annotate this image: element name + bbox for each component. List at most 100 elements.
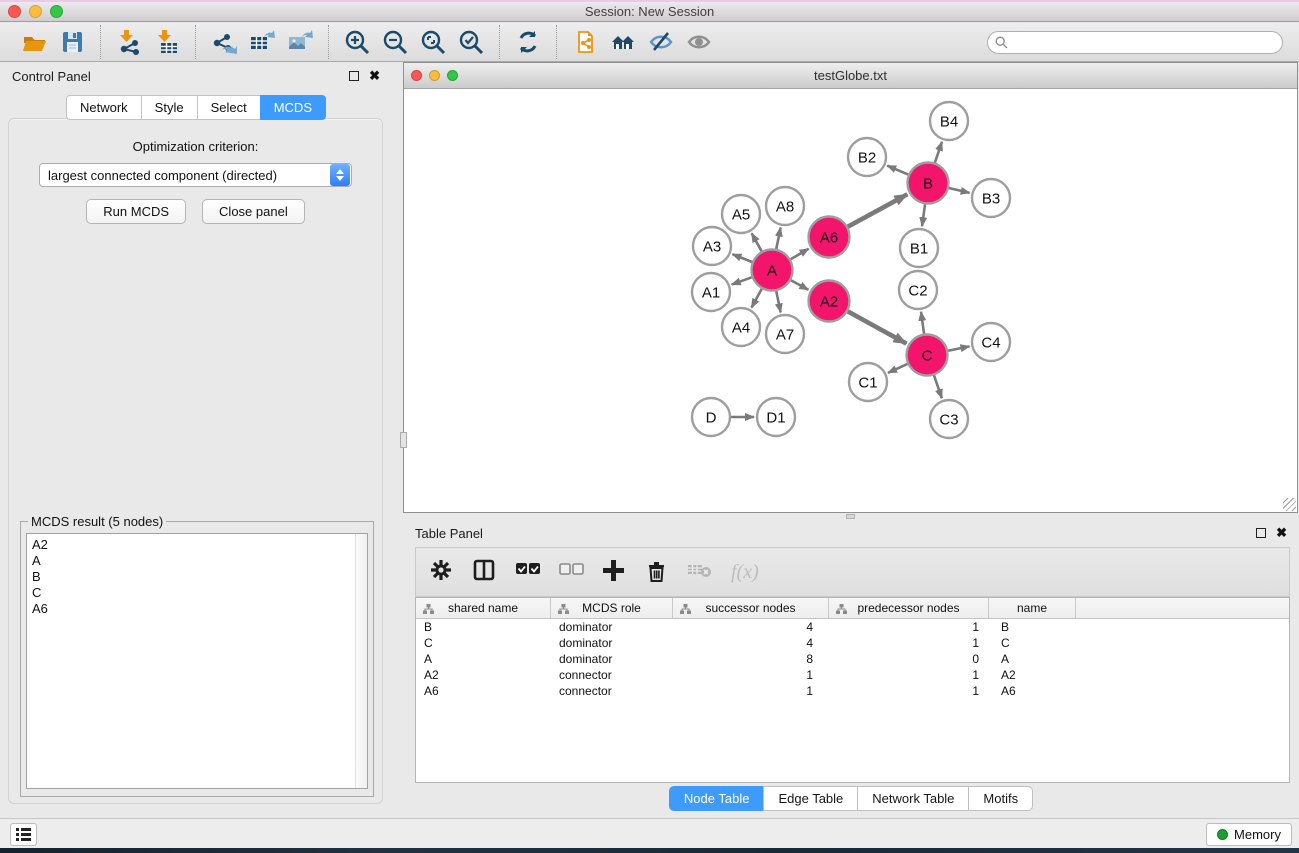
import-network-icon[interactable] — [114, 27, 144, 57]
export-table-icon[interactable] — [247, 27, 277, 57]
select-all-checks-icon[interactable] — [516, 559, 542, 585]
close-panel-button[interactable]: Close panel — [202, 199, 305, 224]
graph-edge-A-A8[interactable] — [776, 228, 780, 249]
graph-node-B[interactable]: B — [908, 163, 949, 204]
graph-edge-A-A2[interactable] — [791, 280, 808, 290]
network-window-titlebar[interactable]: testGlobe.txt — [404, 63, 1297, 89]
graph-edge-A-A5[interactable] — [752, 233, 762, 251]
mcds-result-item[interactable]: A — [32, 553, 367, 569]
graph-node-B1[interactable]: B1 — [900, 229, 938, 267]
table-row[interactable]: Cdominator41C — [416, 635, 1289, 651]
vertical-splitter-handle[interactable] — [400, 432, 407, 448]
memory-button[interactable]: Memory — [1206, 823, 1292, 846]
graph-node-D[interactable]: D — [692, 398, 730, 436]
open-file-icon[interactable] — [19, 27, 49, 57]
table-row[interactable]: Adominator80A — [416, 651, 1289, 667]
tab-network[interactable]: Network — [66, 95, 141, 120]
network-canvas[interactable]: B4 B2 B B3 A8A5 A6 A3 B1 A C2 A1 A2 A4A7 C4 C C1 C3 D D1 — [404, 89, 1297, 512]
split-columns-icon[interactable] — [473, 559, 499, 585]
tab-network-table[interactable]: Network Table — [857, 786, 968, 811]
tab-select[interactable]: Select — [197, 95, 260, 120]
graph-node-C1[interactable]: C1 — [849, 363, 887, 401]
graph-node-C4[interactable]: C4 — [972, 323, 1010, 361]
graph-edge-C-C2[interactable] — [921, 312, 924, 334]
export-network-icon[interactable] — [209, 27, 239, 57]
graph-node-B4[interactable]: B4 — [930, 102, 968, 140]
column-header-shared-name[interactable]: shared name — [416, 598, 551, 618]
zoom-in-icon[interactable] — [342, 27, 372, 57]
horizontal-splitter-handle[interactable] — [846, 514, 855, 519]
home-icon[interactable] — [608, 27, 638, 57]
hide-panel-icon[interactable] — [646, 27, 676, 57]
run-mcds-button[interactable]: Run MCDS — [86, 199, 186, 224]
graph-node-A4[interactable]: A4 — [722, 308, 760, 346]
graph-node-D1[interactable]: D1 — [757, 398, 795, 436]
table-close-icon[interactable]: ✖ — [1276, 528, 1287, 538]
graph-node-A8[interactable]: A8 — [766, 187, 804, 225]
mcds-result-item[interactable]: A6 — [32, 601, 367, 617]
graph-edge-B-B4[interactable] — [935, 142, 942, 163]
graph-node-A6[interactable]: A6 — [809, 217, 850, 258]
graph-node-C3[interactable]: C3 — [930, 400, 968, 438]
tab-style[interactable]: Style — [141, 95, 197, 120]
graph-node-A7[interactable]: A7 — [766, 315, 804, 353]
list-scrollbar[interactable] — [355, 534, 367, 788]
graph-node-B3[interactable]: B3 — [972, 179, 1010, 217]
graph-node-A1[interactable]: A1 — [692, 273, 730, 311]
export-image-icon[interactable] — [285, 27, 315, 57]
zoom-fit-icon[interactable] — [418, 27, 448, 57]
gear-icon[interactable] — [430, 559, 456, 585]
graph-edge-B-B2[interactable] — [887, 166, 908, 175]
resize-grip-icon[interactable] — [1283, 498, 1296, 511]
graph-node-A2[interactable]: A2 — [809, 281, 850, 322]
table-float-icon[interactable] — [1256, 528, 1266, 538]
table-row[interactable]: Bdominator41B — [416, 619, 1289, 635]
graph-edge-A-A4[interactable] — [752, 289, 762, 308]
mcds-result-item[interactable]: B — [32, 569, 367, 585]
graph-node-A3[interactable]: A3 — [693, 227, 731, 265]
show-eye-icon[interactable] — [684, 27, 714, 57]
column-header-name[interactable]: name — [989, 598, 1076, 618]
graph-edge-C-C3[interactable] — [934, 375, 942, 398]
column-header-MCDS-role[interactable]: MCDS role — [551, 598, 673, 618]
graph-node-A[interactable]: A — [752, 250, 793, 291]
tab-mcds[interactable]: MCDS — [260, 95, 326, 120]
zoom-selected-icon[interactable] — [456, 27, 486, 57]
graph-edge-B-B3[interactable] — [949, 188, 970, 193]
column-header-predecessor-nodes[interactable]: predecessor nodes — [829, 598, 989, 618]
table-row[interactable]: A6connector11A6 — [416, 683, 1289, 699]
task-list-button[interactable] — [10, 823, 37, 846]
graph-node-C[interactable]: C — [907, 335, 948, 376]
delete-trash-icon[interactable] — [645, 559, 671, 585]
save-session-icon[interactable] — [57, 27, 87, 57]
graph-edge-A-A7[interactable] — [776, 291, 780, 312]
criterion-select[interactable]: largest connected component (directed) — [39, 163, 352, 187]
add-column-icon[interactable] — [602, 559, 628, 585]
graph-edge-A-A6[interactable] — [791, 249, 809, 259]
new-network-icon[interactable] — [570, 27, 600, 57]
graph-node-B2[interactable]: B2 — [848, 138, 886, 176]
tab-motifs[interactable]: Motifs — [968, 786, 1033, 811]
deselect-all-icon[interactable] — [559, 559, 585, 585]
graph-edge-C-C1[interactable] — [888, 364, 907, 373]
graph-edge-A6-B[interactable] — [848, 194, 907, 226]
tab-edge-table[interactable]: Edge Table — [763, 786, 857, 811]
graph-node-C2[interactable]: C2 — [899, 271, 937, 309]
mcds-result-item[interactable]: C — [32, 585, 367, 601]
close-panel-icon[interactable]: ✖ — [369, 71, 380, 81]
graph-edge-C-C4[interactable] — [948, 346, 969, 350]
graph-edge-A2-C[interactable] — [848, 311, 907, 343]
mcds-result-item[interactable]: A2 — [32, 537, 367, 553]
search-input[interactable] — [987, 31, 1283, 54]
graph-edge-A-A1[interactable] — [732, 277, 752, 284]
tab-node-table[interactable]: Node Table — [669, 786, 764, 811]
zoom-out-icon[interactable] — [380, 27, 410, 57]
float-panel-icon[interactable] — [349, 71, 359, 81]
graph-edge-B-B1[interactable] — [922, 204, 925, 226]
graph-edge-A-A3[interactable] — [732, 254, 752, 262]
refresh-layout-icon[interactable] — [513, 27, 543, 57]
import-table-icon[interactable] — [152, 27, 182, 57]
graph-node-A5[interactable]: A5 — [722, 195, 760, 233]
column-header-successor-nodes[interactable]: successor nodes — [673, 598, 829, 618]
table-row[interactable]: A2connector11A2 — [416, 667, 1289, 683]
